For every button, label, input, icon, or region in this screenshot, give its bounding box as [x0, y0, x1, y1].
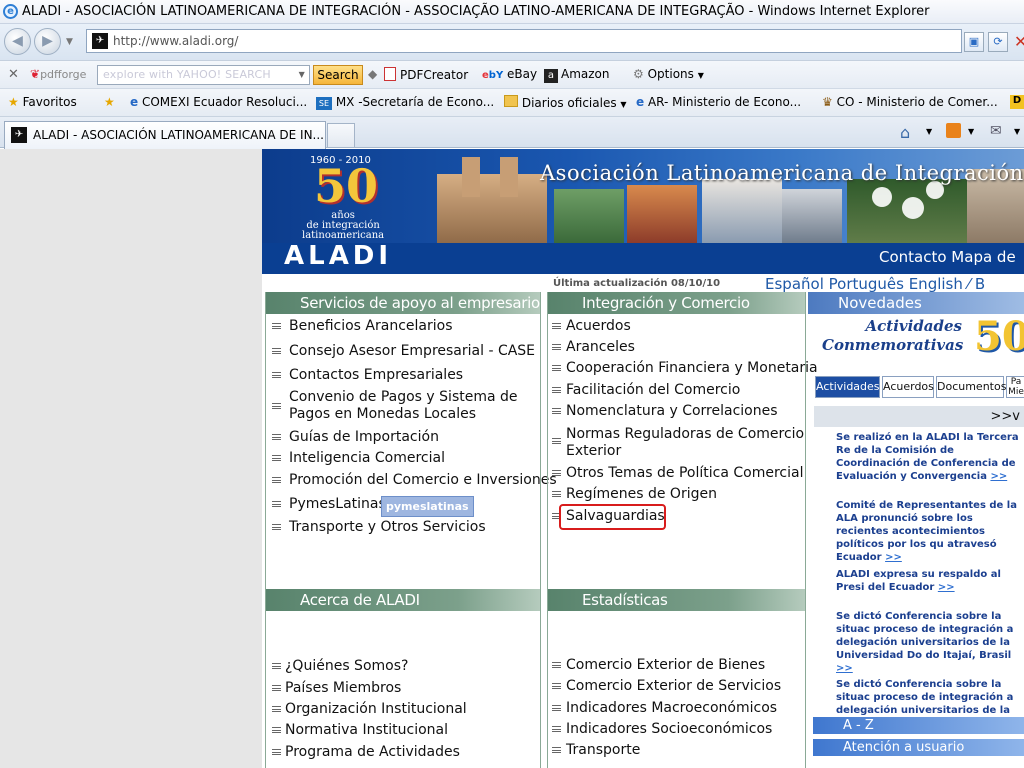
ebay-button[interactable]: ebY eBay	[482, 67, 537, 81]
home-icon[interactable]: ⌂	[900, 123, 910, 142]
stop-icon[interactable]: ✕	[1014, 32, 1024, 51]
ie-page-icon: e	[636, 95, 645, 109]
section-header-news: Novedades	[808, 292, 1024, 314]
anniversary-text: años de integración latinoamericana	[302, 210, 385, 241]
favorite-item-mx[interactable]: SE MX -Secretaría de Econo...	[316, 95, 494, 110]
column-services: Servicios de apoyo al empresario Benefic…	[265, 292, 557, 768]
forward-button[interactable]: ▶	[34, 28, 61, 55]
close-toolbar-icon[interactable]: ✕	[8, 67, 19, 82]
news-item[interactable]: Comité de Representantes de la ALA pronu…	[836, 499, 1024, 564]
section-header-about: Acerca de ALADI	[266, 589, 540, 611]
news-link[interactable]: >>	[885, 552, 902, 563]
pdf-icon	[384, 67, 396, 81]
fifty-anniversary-logo: 50	[974, 313, 1024, 360]
toolbar-separator-icon: ◆	[368, 67, 378, 81]
address-bar-row: ◀ ▶ ▼ ✈ http://www.aladi.org/ ▼ ▣ ⟳ ✕	[0, 24, 1024, 60]
ie-page-icon: e	[130, 95, 139, 109]
news-link[interactable]: >>	[990, 471, 1007, 482]
section-header-statistics: Estadísticas	[548, 589, 805, 611]
address-input[interactable]: ✈ http://www.aladi.org/ ▼	[86, 29, 962, 53]
favorite-item-co[interactable]: ♛ CO - Ministerio de Comer...	[822, 95, 998, 109]
favorites-button[interactable]: ★ Favoritos	[8, 95, 77, 109]
url-text: http://www.aladi.org/	[113, 34, 239, 48]
favorites-bar: ★ Favoritos ★ e COMEXI Ecuador Resoluci.…	[0, 88, 1024, 116]
rss-feed-icon[interactable]	[946, 123, 961, 138]
pymeslatinas-badge[interactable]: pymeslatinas	[381, 496, 474, 517]
fifty-years-logo: 50	[314, 159, 379, 213]
page-left-margin	[0, 149, 262, 768]
crest-icon: ♛	[822, 95, 833, 109]
se-icon: SE	[316, 97, 332, 110]
ie-logo-icon: e	[3, 4, 18, 19]
tab-acuerdos[interactable]: Acuerdos	[882, 376, 934, 398]
new-tab-button[interactable]	[327, 123, 355, 147]
highlight-box	[559, 504, 666, 530]
amazon-button[interactable]: a Amazon	[544, 67, 610, 83]
feed-dropdown-icon[interactable]: ▼	[968, 127, 974, 136]
mail-icon[interactable]: ✉	[990, 123, 1002, 139]
window-title-bar: ALADI - ASOCIACIÓN LATINOAMERICANA DE IN…	[0, 0, 1024, 24]
star-icon: ★	[8, 95, 19, 109]
tab-documentos[interactable]: Documentos	[936, 376, 1006, 398]
az-index-bar[interactable]: A - Z	[813, 717, 1024, 734]
pdfforge-logo[interactable]: ❦pdfforge	[30, 67, 86, 81]
aladi-page: Asociación Latinoamericana de Integració…	[262, 149, 1024, 768]
mail-dropdown-icon[interactable]: ▼	[1014, 127, 1020, 136]
news-link[interactable]: >>	[938, 582, 955, 593]
top-nav-links[interactable]: Contacto Mapa de	[879, 248, 1016, 266]
window-title: ALADI - ASOCIACIÓN LATINOAMERICANA DE IN…	[22, 4, 930, 19]
tab-aladi[interactable]: ✈ ALADI - ASOCIACIÓN LATINOAMERICANA DE …	[4, 121, 326, 149]
site-favicon-icon: ✈	[92, 33, 108, 49]
last-updated-text: Última actualización 08/10/10	[553, 278, 721, 289]
gear-icon: ⚙	[633, 67, 644, 81]
section-header-integration: Integración y Comercio	[548, 292, 805, 314]
refresh-icon[interactable]: ⟳	[988, 32, 1008, 52]
more-favorites-icon[interactable]: D	[1010, 95, 1024, 109]
tab-paises[interactable]: Pa Mie	[1006, 376, 1024, 398]
banner-title: Asociación Latinoamericana de Integració…	[540, 161, 1024, 185]
user-assistance-bar[interactable]: Atención a usuario	[813, 739, 1024, 756]
language-links[interactable]: Español Português English ⁄ B	[765, 275, 985, 293]
favorite-folder-diarios[interactable]: Diarios oficiales ▼	[504, 95, 627, 110]
tab-actividades[interactable]: Actividades	[815, 376, 880, 398]
home-dropdown-icon[interactable]: ▼	[926, 127, 932, 136]
tab-bar: ✈ ALADI - ASOCIACIÓN LATINOAMERICANA DE …	[0, 116, 1024, 149]
banner-years: 1960 - 2010	[310, 155, 371, 166]
folder-icon	[504, 95, 518, 107]
news-item[interactable]: ALADI expresa su respaldo al Presi del E…	[836, 568, 1024, 594]
aladi-logo[interactable]: ALADI	[284, 241, 392, 271]
search-toolbar: ✕ ❦pdfforge explore with YAHOO! SEARCH ▼ …	[0, 60, 1024, 88]
more-link[interactable]: >>v	[814, 406, 1024, 427]
compatibility-view-icon[interactable]: ▣	[964, 32, 984, 52]
add-favorites-icon[interactable]: ★	[104, 95, 115, 109]
pdfcreator-button[interactable]: PDFCreator	[384, 67, 468, 82]
site-favicon-icon: ✈	[11, 127, 27, 143]
favorite-item-ar[interactable]: e AR- Ministerio de Econo...	[636, 95, 801, 109]
recent-pages-icon[interactable]: ▼	[66, 37, 73, 47]
news-link[interactable]: >>	[836, 663, 853, 674]
commemorative-activities-title[interactable]: Actividades Conmemorativas	[822, 317, 963, 355]
options-button[interactable]: ⚙ Options ▼	[633, 67, 704, 81]
section-header-services: Servicios de apoyo al empresario	[266, 292, 540, 314]
back-button[interactable]: ◀	[4, 28, 31, 55]
yahoo-search-input[interactable]: explore with YAHOO! SEARCH ▼	[97, 65, 310, 85]
search-button[interactable]: Search	[313, 65, 363, 85]
favorite-item-comexi[interactable]: e COMEXI Ecuador Resoluci...	[130, 95, 307, 109]
news-item[interactable]: Se realizó en la ALADI la Tercera Re de …	[836, 431, 1024, 483]
news-item[interactable]: Se dictó Conferencia sobre la situac pro…	[836, 610, 1024, 675]
site-banner: Asociación Latinoamericana de Integració…	[262, 149, 1024, 274]
amazon-icon: a	[544, 69, 558, 83]
column-integration: Integración y Comercio Acuerdos Arancele…	[547, 292, 818, 768]
